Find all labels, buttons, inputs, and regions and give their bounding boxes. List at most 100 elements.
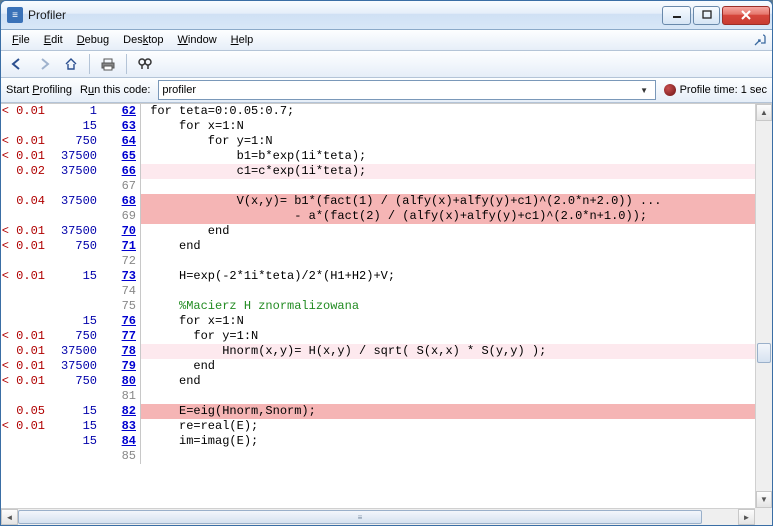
time-cell: 0.01 [1,344,51,359]
scroll-left-arrow-icon[interactable]: ◄ [1,509,18,525]
code-combo[interactable]: profiler ▼ [158,80,655,100]
scroll-up-arrow-icon[interactable]: ▲ [756,104,772,121]
code-row: 69 - a*(fact(2) / (alfy(x)+alfy(y)+c1)^(… [1,209,755,224]
vscroll-track[interactable] [756,121,772,491]
code-cell[interactable]: %Macierz H znormalizowana [141,299,755,314]
time-cell: < 0.01 [1,374,51,389]
line-number-link[interactable]: 76 [101,314,141,329]
line-number-link[interactable]: 83 [101,419,141,434]
code-row: 74 [1,284,755,299]
line-number-link[interactable]: 84 [101,434,141,449]
code-cell[interactable]: for teta=0:0.05:0.7; [141,104,755,119]
find-button[interactable] [133,53,157,75]
menu-file[interactable]: File [5,32,37,48]
code-cell[interactable]: end [141,359,755,374]
code-cell[interactable]: H=exp(-2*1i*teta)/2*(H1+H2)+V; [141,269,755,284]
scroll-down-arrow-icon[interactable]: ▼ [756,491,772,508]
app-icon: ≡ [7,7,23,23]
code-cell[interactable] [141,449,755,464]
code-row: 1584 im=imag(E); [1,434,755,449]
calls-cell: 750 [51,329,101,344]
line-number-link[interactable]: 79 [101,359,141,374]
menu-edit[interactable]: Edit [37,32,70,48]
chevron-down-icon[interactable]: ▼ [637,82,652,98]
code-cell[interactable] [141,254,755,269]
calls-cell: 15 [51,434,101,449]
home-button[interactable] [59,53,83,75]
code-cell[interactable]: V(x,y)= b1*(fact(1) / (alfy(x)+alfy(y)+c… [141,194,755,209]
line-number-link[interactable]: 70 [101,224,141,239]
code-row: < 0.011573 H=exp(-2*1i*teta)/2*(H1+H2)+V… [1,269,755,284]
line-number-link[interactable]: 80 [101,374,141,389]
code-row: < 0.01162 for teta=0:0.05:0.7; [1,104,755,119]
code-row: 0.051582 E=eig(Hnorm,Snorm); [1,404,755,419]
code-cell[interactable] [141,179,755,194]
time-cell: < 0.01 [1,329,51,344]
time-cell: < 0.01 [1,239,51,254]
calls-cell: 37500 [51,344,101,359]
line-number-link: 72 [101,254,141,269]
menu-debug[interactable]: Debug [70,32,116,48]
code-cell[interactable]: end [141,374,755,389]
line-number-link[interactable]: 71 [101,239,141,254]
line-number-link[interactable]: 64 [101,134,141,149]
line-number-link: 75 [101,299,141,314]
code-cell[interactable]: im=imag(E); [141,434,755,449]
line-number-link[interactable]: 73 [101,269,141,284]
code-cell[interactable]: E=eig(Hnorm,Snorm); [141,404,755,419]
hscroll-thumb[interactable]: ≡ [18,510,702,524]
hscroll-track[interactable]: ≡ [18,509,738,525]
code-cell[interactable]: for y=1:N [141,134,755,149]
time-cell: < 0.01 [1,224,51,239]
time-cell: 0.05 [1,404,51,419]
code-cell[interactable]: c1=c*exp(1i*teta); [141,164,755,179]
line-number-link[interactable]: 65 [101,149,141,164]
menu-window[interactable]: Window [171,32,224,48]
code-cell[interactable]: - a*(fact(2) / (alfy(x)+alfy(y)+c1)^(2.0… [141,209,755,224]
code-cell[interactable]: Hnorm(x,y)= H(x,y) / sqrt( S(x,x) * S(y,… [141,344,755,359]
line-number-link[interactable]: 82 [101,404,141,419]
code-cell[interactable]: b1=b*exp(1i*teta); [141,149,755,164]
line-number-link[interactable]: 77 [101,329,141,344]
line-number-link[interactable]: 63 [101,119,141,134]
calls-cell: 1 [51,104,101,119]
profile-time: Profile time: 1 sec [664,84,767,96]
code-row: < 0.0175064 for y=1:N [1,134,755,149]
maximize-button[interactable] [693,6,720,25]
record-dot-icon [664,84,676,96]
line-number-link[interactable]: 62 [101,104,141,119]
line-number-link[interactable]: 78 [101,344,141,359]
close-button[interactable] [722,6,770,25]
code-viewport[interactable]: < 0.01162 for teta=0:0.05:0.7;1563 for x… [1,104,755,508]
calls-cell: 15 [51,404,101,419]
code-cell[interactable] [141,389,755,404]
forward-button[interactable] [32,53,56,75]
menu-help[interactable]: Help [224,32,261,48]
run-code-label[interactable]: Run this code: [80,84,150,96]
code-cell[interactable] [141,284,755,299]
vertical-scrollbar[interactable]: ▲ ▼ [755,104,772,508]
dock-icon[interactable] [752,32,768,48]
titlebar[interactable]: ≡ Profiler [1,1,772,30]
code-cell[interactable]: for x=1:N [141,119,755,134]
code-row: 0.013750078 Hnorm(x,y)= H(x,y) / sqrt( S… [1,344,755,359]
horizontal-scrollbar[interactable]: ◄ ≡ ► [1,508,755,525]
line-number-link[interactable]: 68 [101,194,141,209]
minimize-button[interactable] [662,6,691,25]
vscroll-thumb[interactable] [757,343,771,363]
code-cell[interactable]: for x=1:N [141,314,755,329]
code-cell[interactable]: end [141,224,755,239]
profile-time-label: Profile time: 1 sec [680,84,767,96]
start-profiling-link[interactable]: Start Profiling [6,84,72,96]
menu-desktop[interactable]: Desktop [116,32,170,48]
line-number-link[interactable]: 66 [101,164,141,179]
code-row: 0.043750068 V(x,y)= b1*(fact(1) / (alfy(… [1,194,755,209]
code-cell[interactable]: re=real(E); [141,419,755,434]
back-button[interactable] [5,53,29,75]
code-area: < 0.01162 for teta=0:0.05:0.7;1563 for x… [1,103,772,525]
line-number-link: 81 [101,389,141,404]
code-cell[interactable]: end [141,239,755,254]
scroll-right-arrow-icon[interactable]: ► [738,509,755,525]
code-cell[interactable]: for y=1:N [141,329,755,344]
print-button[interactable] [96,53,120,75]
